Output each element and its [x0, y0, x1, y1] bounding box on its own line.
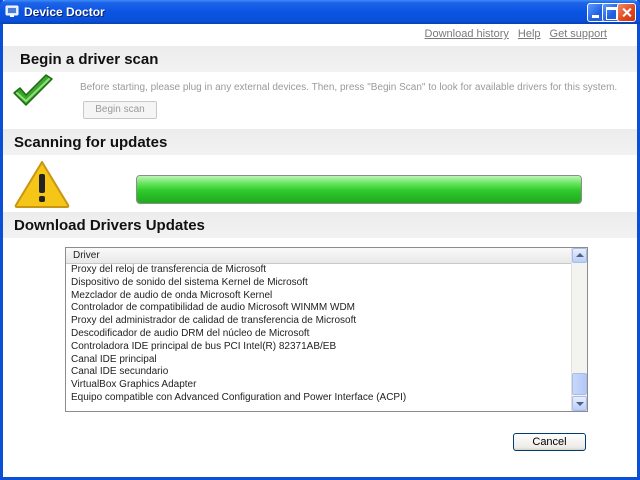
device-doctor-icon: [5, 5, 19, 17]
download-heading: Download Drivers Updates: [14, 217, 205, 234]
driver-row[interactable]: Controlador de compatibilidad de audio M…: [71, 302, 571, 315]
scan-progress-bar: [136, 175, 582, 204]
list-scrollbar[interactable]: [571, 248, 587, 411]
scan-heading: Begin a driver scan: [20, 51, 159, 68]
title-bar[interactable]: Device Doctor: [0, 0, 640, 24]
driver-row[interactable]: Equipo compatible con Advanced Configura…: [71, 392, 571, 405]
warning-icon: [14, 161, 70, 208]
help-link[interactable]: Help: [518, 28, 541, 40]
app-window: Device Doctor Download history Help Get …: [0, 0, 640, 480]
driver-row[interactable]: Proxy del reloj de transferencia de Micr…: [71, 264, 571, 277]
download-history-link[interactable]: Download history: [425, 28, 509, 40]
checkmark-icon: [13, 74, 53, 106]
driver-row[interactable]: Dispositivo de sonido del sistema Kernel…: [71, 277, 571, 290]
window-title: Device Doctor: [24, 5, 105, 19]
scroll-up-button[interactable]: [572, 248, 587, 263]
scan-progress-fill: [137, 176, 581, 203]
scan-instructions: Before starting, please plug in any exte…: [80, 82, 618, 93]
driver-row[interactable]: Controladora IDE principal de bus PCI In…: [71, 341, 571, 354]
driver-row[interactable]: Descodificador de audio DRM del núcleo d…: [71, 328, 571, 341]
scroll-thumb[interactable]: [572, 373, 587, 395]
scroll-down-button[interactable]: [572, 396, 587, 411]
driver-row[interactable]: Canal IDE secundario: [71, 366, 571, 379]
top-links: Download history Help Get support: [425, 28, 607, 40]
cancel-button[interactable]: Cancel: [513, 433, 586, 451]
close-button[interactable]: [617, 3, 636, 22]
scanning-heading: Scanning for updates: [14, 134, 168, 151]
driver-row[interactable]: Mezclador de audio de onda Microsoft Ker…: [71, 290, 571, 303]
driver-rows: Proxy del reloj de transferencia de Micr…: [71, 264, 571, 405]
driver-row[interactable]: Canal IDE principal: [71, 354, 571, 367]
driver-row[interactable]: VirtualBox Graphics Adapter: [71, 379, 571, 392]
drivers-list[interactable]: Driver Proxy del reloj de transferencia …: [65, 247, 588, 412]
driver-row[interactable]: Proxy del administrador de calidad de tr…: [71, 315, 571, 328]
get-support-link[interactable]: Get support: [550, 28, 607, 40]
begin-scan-button[interactable]: Begin scan: [83, 101, 157, 119]
driver-column-label: Driver: [73, 250, 100, 261]
driver-column-header[interactable]: Driver: [66, 248, 571, 264]
